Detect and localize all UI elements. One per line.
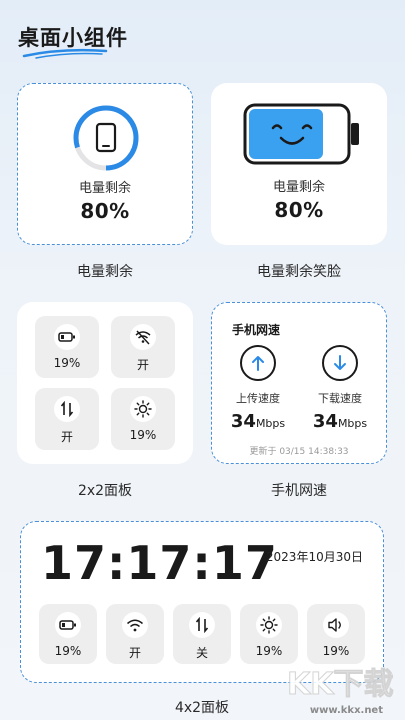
tile-value: 19% [129, 428, 157, 442]
upload-label: 上传速度 [236, 392, 280, 405]
download-speed-value: 34 [312, 411, 338, 432]
panel-4x2-tile-battery[interactable]: 19% [39, 604, 97, 664]
panel-2x2-tile-battery[interactable]: 19% [35, 316, 99, 378]
speed-updated-time: 更新于 03/15 14:38:33 [249, 447, 349, 457]
tile-value: 开 [128, 646, 141, 660]
panel-2x2-card[interactable]: 19% 开 开 19% [17, 302, 193, 464]
battery-widget-caption: 电量剩余 [77, 264, 133, 280]
brightness-icon [256, 612, 282, 638]
battery-face-widget-card[interactable]: 电量剩余 80% [211, 83, 387, 245]
tile-value: 开 [136, 358, 149, 372]
download-label: 下载速度 [318, 392, 362, 405]
data-transfer-icon [54, 396, 80, 422]
clock-date: 2023年10月30日 [265, 550, 363, 564]
upload-speed: 34Mbps [218, 411, 298, 432]
battery-widget-card[interactable]: 电量剩余 80% [17, 83, 193, 245]
download-speed-unit: Mbps [337, 417, 368, 430]
data-transfer-icon [189, 612, 215, 638]
upload-speed-unit: Mbps [255, 417, 286, 430]
tile-value: 19% [54, 644, 82, 658]
volume-icon [323, 612, 349, 638]
battery-value: 80% [80, 199, 130, 223]
clock-time: 17:17:17 [41, 536, 278, 590]
panel-2x2-tile-wifi[interactable]: 开 [111, 316, 175, 378]
wifi-icon [122, 612, 148, 638]
tile-value: 关 [195, 646, 208, 660]
battery-face-widget-caption: 电量剩余笑脸 [257, 264, 341, 280]
panel-2x2-caption: 2x2面板 [77, 483, 133, 499]
battery-smiley-icon [243, 103, 359, 165]
upload-arrow-icon [240, 345, 276, 381]
network-speed-card[interactable]: 手机网速 上传速度 下载速度 34Mbps 34Mbps 更新于 03/15 1… [211, 302, 387, 464]
battery-ring-icon [73, 105, 139, 171]
download-speed: 34Mbps [300, 411, 380, 432]
network-speed-caption: 手机网速 [271, 483, 327, 499]
tile-value: 19% [53, 356, 81, 370]
watermark-url: www.kkx.net [309, 705, 383, 716]
download-arrow-icon [322, 345, 358, 381]
panel-2x2-tile-brightness[interactable]: 19% [111, 388, 175, 450]
svg-text:KK下载: KK下载 [287, 667, 394, 702]
panel-4x2-tile-wifi[interactable]: 开 [106, 604, 164, 664]
upload-speed-value: 34 [230, 411, 256, 432]
wifi-off-icon [130, 324, 156, 350]
speed-widget-title: 手机网速 [232, 323, 281, 337]
battery-face-value: 80% [274, 198, 324, 222]
tile-value: 开 [60, 430, 73, 444]
battery-icon [54, 324, 80, 350]
battery-face-label: 电量剩余 [272, 180, 325, 195]
battery-icon [55, 612, 81, 638]
title-underline-decoration [22, 48, 108, 59]
brightness-icon [130, 396, 156, 422]
panel-2x2-tile-data[interactable]: 开 [35, 388, 99, 450]
battery-label: 电量剩余 [78, 181, 131, 196]
panel-4x2-tile-data[interactable]: 关 [173, 604, 231, 664]
